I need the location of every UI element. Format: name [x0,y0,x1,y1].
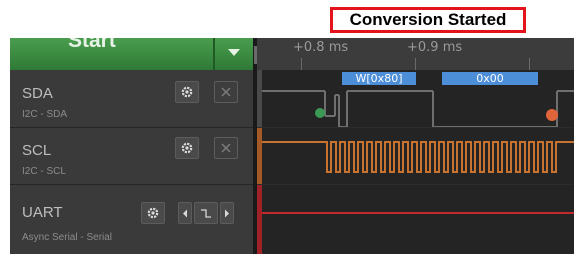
channel-subtitle: I2C - SDA [22,109,68,120]
gear-icon [147,207,159,219]
sda-channel-color-bar [257,70,262,127]
decoded-address-box[interactable]: W[0x80] [342,72,416,85]
time-tick-mark [415,58,416,70]
start-dropdown-button[interactable] [215,38,253,70]
falling-edge-icon [201,209,211,218]
channel-subtitle: Async Serial - Serial [22,232,113,243]
logic-analyzer-window: Start +0.8 ms +0.9 ms SDA I2C - SDA SCL … [10,38,574,254]
scl-waveform-track [257,128,574,184]
channel-uart[interactable]: UART Async Serial - Serial [10,185,253,254]
next-edge-button[interactable] [220,202,234,224]
close-icon [221,87,231,97]
channel-name: SDA [22,85,53,102]
gear-button[interactable] [175,81,199,103]
chevron-left-icon [183,209,187,217]
channel-sda[interactable]: SDA I2C - SDA [10,70,253,128]
decoded-data-text: 0x00 [476,72,504,85]
decoded-data-box[interactable]: 0x00 [442,72,538,85]
i2c-stop-marker [546,109,558,121]
uart-waveform [257,212,574,214]
gear-button[interactable] [141,202,165,224]
annotation-box: Conversion Started [330,7,526,33]
uart-waveform-track [257,185,574,254]
start-button-label: Start [68,38,116,52]
chevron-right-icon [225,209,229,217]
close-icon [221,143,231,153]
chevron-down-icon [228,49,240,56]
gear-icon [181,142,193,154]
scl-waveform[interactable] [257,128,574,184]
i2c-start-marker [315,108,325,118]
channel-scl[interactable]: SCL I2C - SCL [10,128,253,185]
annotation-text: Conversion Started [349,10,507,29]
time-ruler: +0.8 ms +0.9 ms [257,38,574,70]
uart-channel-color-bar [257,185,262,254]
start-button[interactable]: Start [10,38,213,70]
channel-name: SCL [22,142,52,159]
close-button[interactable] [214,81,238,103]
time-tick-label: +0.8 ms [293,40,349,55]
close-button[interactable] [214,137,238,159]
time-tick-mark [529,58,530,70]
channel-name: UART [22,204,63,221]
scl-channel-color-bar [257,128,262,184]
time-tick-mark [301,58,302,70]
time-tick-label: +0.9 ms [407,40,463,55]
edge-trigger-button[interactable] [194,202,218,224]
previous-edge-button[interactable] [178,202,192,224]
channel-subtitle: I2C - SCL [22,166,66,177]
gear-icon [181,86,193,98]
gear-button[interactable] [175,137,199,159]
decoded-address-text: W[0x80] [355,72,403,85]
